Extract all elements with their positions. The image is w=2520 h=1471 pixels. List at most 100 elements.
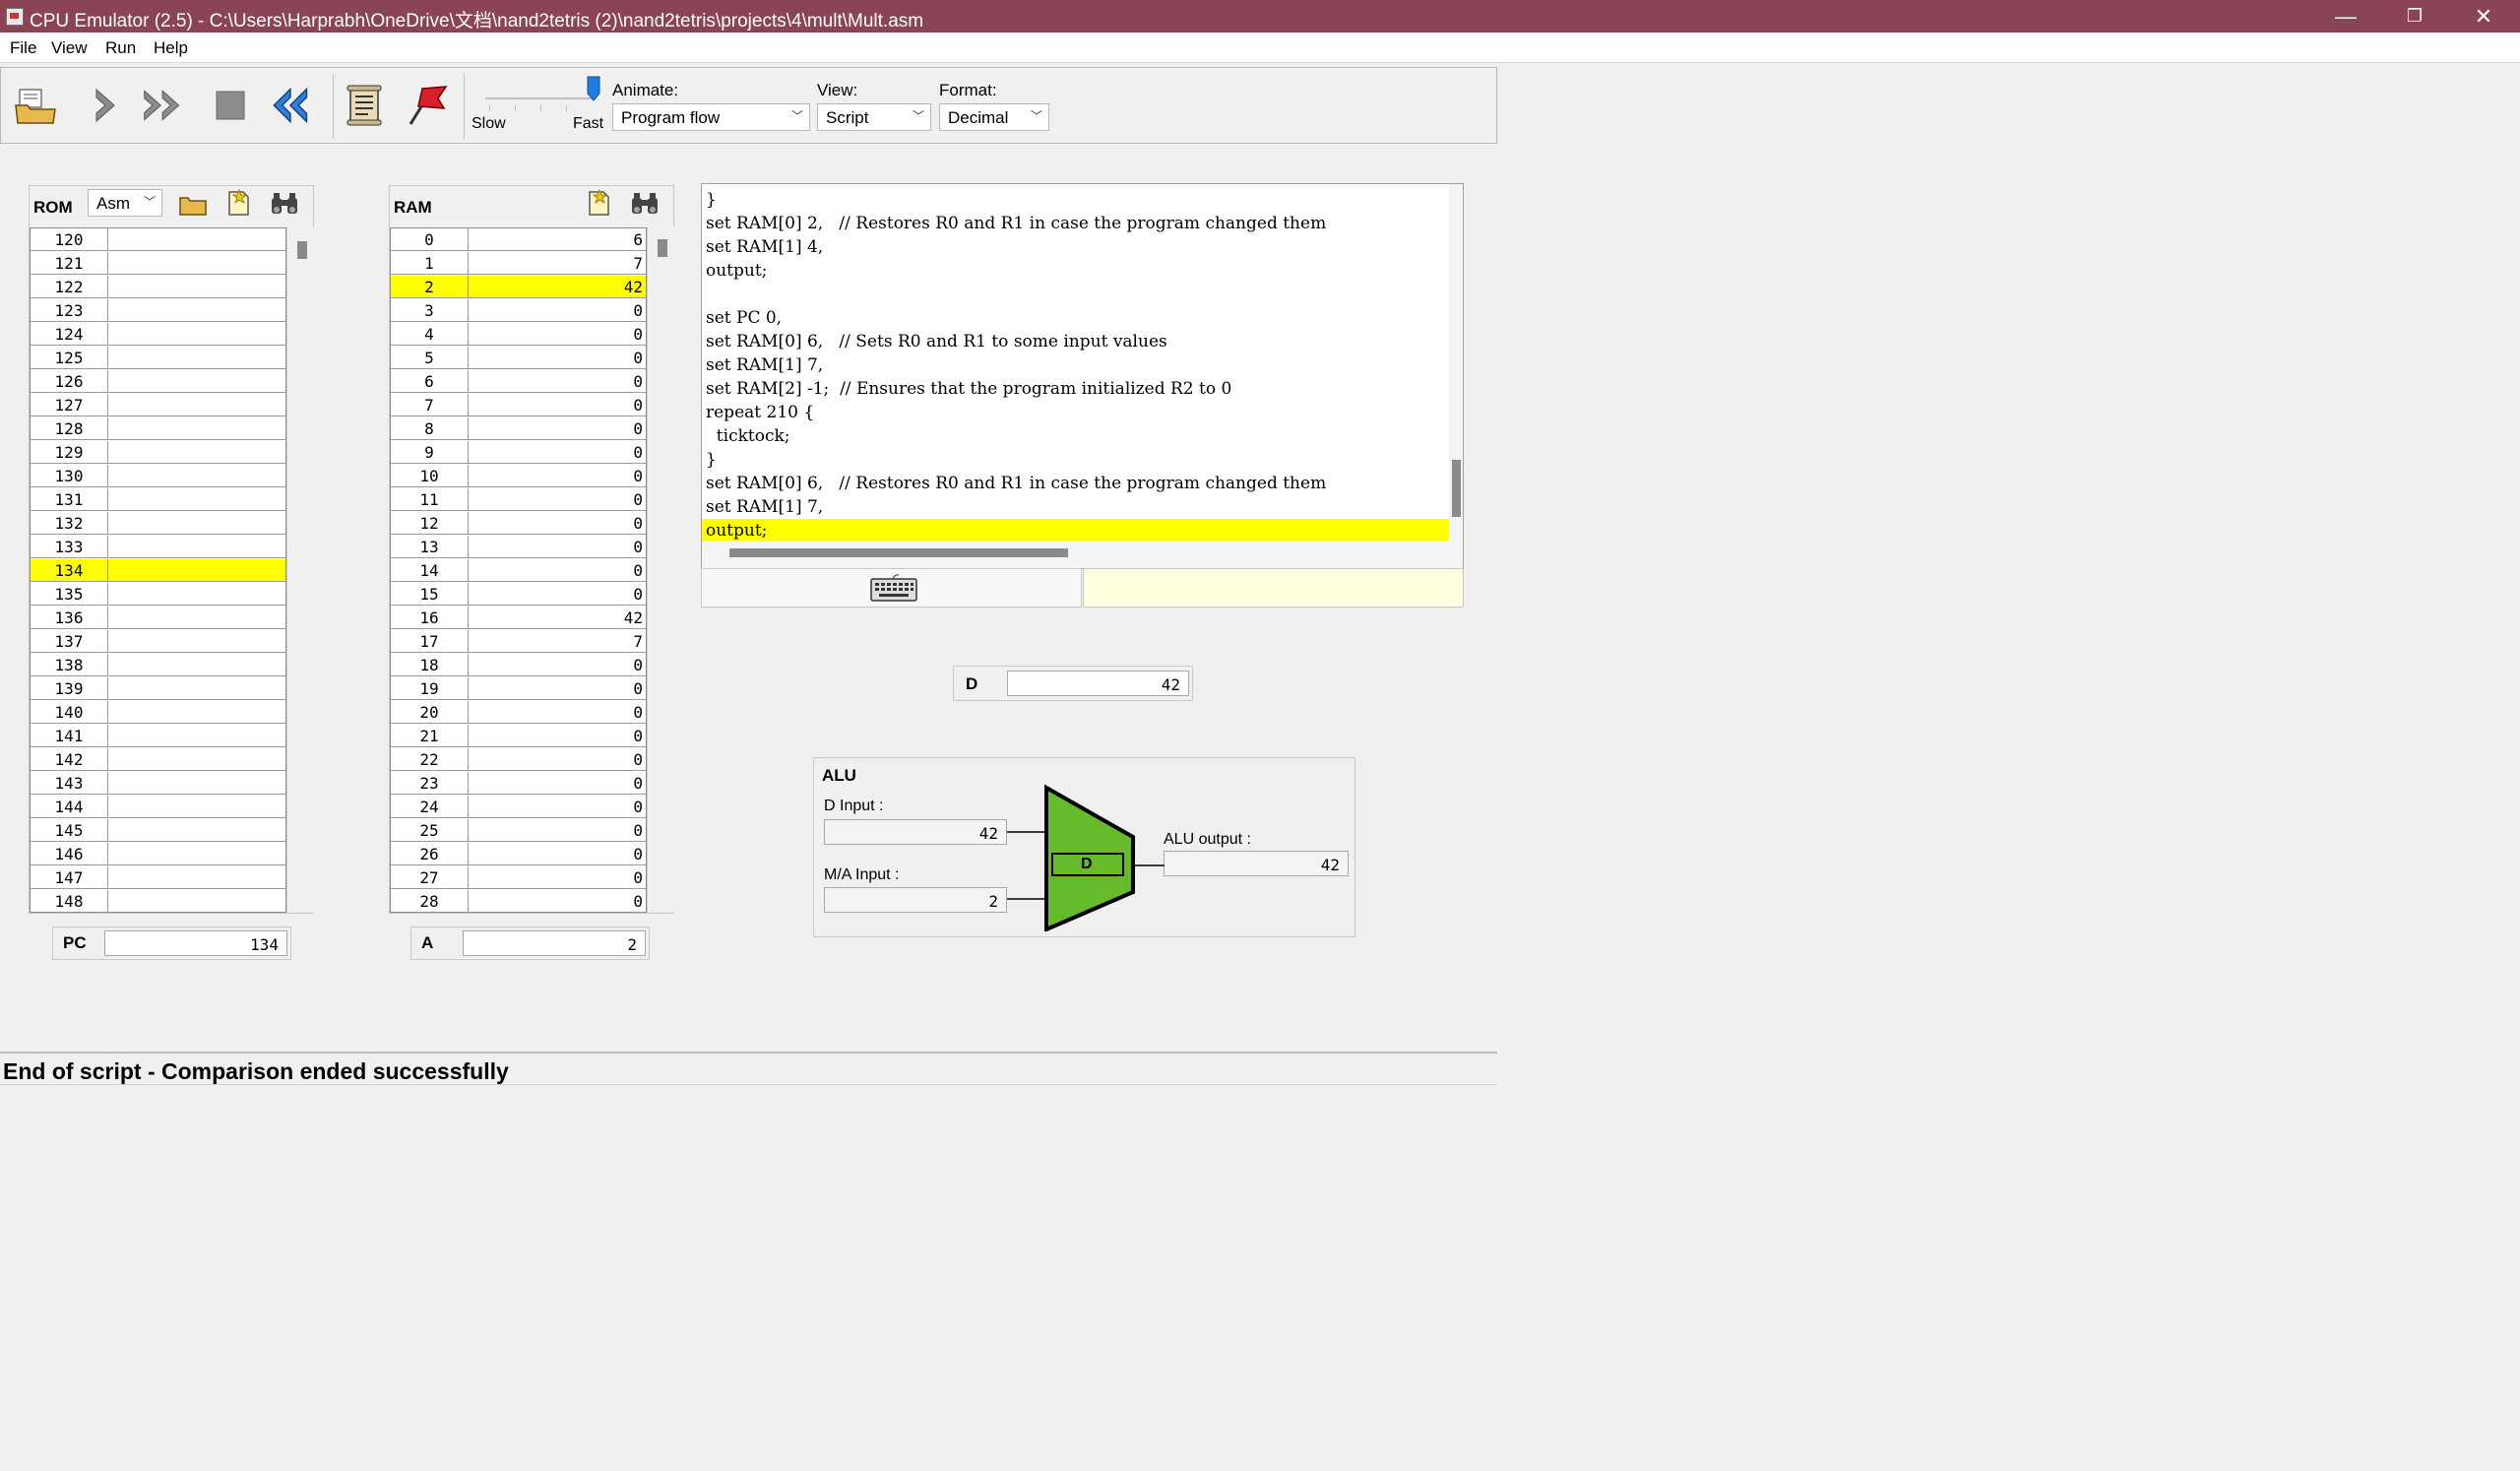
rom-row[interactable]: 133 — [31, 536, 285, 559]
ram-row[interactable]: 20 0 — [391, 701, 646, 725]
rom-value[interactable] — [108, 866, 285, 889]
ram-row[interactable]: 13 0 — [391, 536, 646, 559]
menu-file[interactable]: File — [10, 38, 36, 58]
close-button[interactable]: ✕ — [2449, 0, 2518, 32]
rom-value[interactable] — [108, 843, 285, 865]
load-program-button[interactable] — [13, 83, 58, 128]
ram-row[interactable]: 22 0 — [391, 748, 646, 772]
ram-value[interactable]: 0 — [469, 748, 646, 771]
rom-value[interactable] — [108, 559, 285, 582]
rom-value[interactable] — [108, 299, 285, 322]
slider-thumb[interactable] — [587, 76, 600, 101]
script-panel[interactable]: } set RAM[0] 2, // Restores R0 and R1 in … — [701, 183, 1464, 569]
ram-value[interactable]: 0 — [469, 890, 646, 912]
ram-value[interactable]: 0 — [469, 677, 646, 700]
script-vscroll-thumb[interactable] — [1452, 460, 1461, 517]
keyboard-panel[interactable] — [701, 568, 1082, 608]
rom-row[interactable]: 141 — [31, 725, 285, 748]
rom-row[interactable]: 144 — [31, 796, 285, 819]
rom-row[interactable]: 129 — [31, 441, 285, 465]
ram-row[interactable]: 23 0 — [391, 772, 646, 796]
rom-row[interactable]: 121 — [31, 252, 285, 276]
d-value-field[interactable]: 42 — [1007, 671, 1189, 696]
pc-value-field[interactable]: 134 — [104, 930, 287, 956]
ram-search-button[interactable] — [629, 190, 661, 218]
menu-view[interactable]: View — [51, 38, 88, 58]
breakpoints-button[interactable] — [403, 83, 448, 128]
stop-button[interactable] — [208, 83, 253, 128]
ram-value[interactable]: 42 — [469, 276, 646, 298]
ram-row[interactable]: 70 — [391, 394, 646, 417]
script-hscroll-thumb[interactable] — [729, 548, 1068, 557]
ram-value[interactable]: 0 — [469, 512, 646, 535]
ram-value[interactable]: 0 — [469, 394, 646, 416]
ram-value[interactable]: 0 — [469, 323, 646, 346]
ram-row[interactable]: 12 0 — [391, 512, 646, 536]
rom-row[interactable]: 145 — [31, 819, 285, 843]
rom-row[interactable]: 136 — [31, 607, 285, 630]
script-hscroll[interactable] — [702, 541, 1463, 568]
rom-scroll-thumb[interactable] — [297, 241, 307, 259]
ram-row[interactable]: 18 0 — [391, 654, 646, 677]
ram-row[interactable]: 50 — [391, 347, 646, 370]
ram-value[interactable]: 0 — [469, 819, 646, 842]
ram-row[interactable]: 17 — [391, 252, 646, 276]
ram-value[interactable]: 0 — [469, 796, 646, 818]
rom-value[interactable] — [108, 276, 285, 298]
restore-button[interactable]: ❐ — [2380, 0, 2449, 32]
ram-value[interactable]: 0 — [469, 370, 646, 393]
ram-row[interactable]: 60 — [391, 370, 646, 394]
reset-button[interactable] — [267, 83, 312, 128]
ram-row[interactable]: 26 0 — [391, 843, 646, 866]
rom-row[interactable]: 134 — [31, 559, 285, 583]
ram-row[interactable]: 19 0 — [391, 677, 646, 701]
ram-row[interactable]: 21 0 — [391, 725, 646, 748]
rom-value[interactable] — [108, 630, 285, 653]
rom-format-select[interactable]: Asm ﹀ — [88, 189, 162, 217]
ram-scrollbar[interactable] — [647, 227, 674, 913]
ram-row[interactable]: 15 0 — [391, 583, 646, 607]
rom-row[interactable]: 126 — [31, 370, 285, 394]
rom-value[interactable] — [108, 654, 285, 676]
ram-row[interactable]: 2 42 — [391, 276, 646, 299]
menu-help[interactable]: Help — [154, 38, 188, 58]
rom-row[interactable]: 122 — [31, 276, 285, 299]
ram-row[interactable]: 16 42 — [391, 607, 646, 630]
minimize-button[interactable]: — — [2311, 0, 2380, 32]
rom-row[interactable]: 124 — [31, 323, 285, 347]
rom-row[interactable]: 127 — [31, 394, 285, 417]
ram-value[interactable]: 0 — [469, 441, 646, 464]
rom-value[interactable] — [108, 441, 285, 464]
rom-value[interactable] — [108, 701, 285, 724]
rom-value[interactable] — [108, 536, 285, 558]
run-button[interactable] — [141, 83, 186, 128]
rom-row[interactable]: 130 — [31, 465, 285, 488]
ram-value[interactable]: 0 — [469, 536, 646, 558]
rom-row[interactable]: 148 — [31, 890, 285, 912]
rom-value[interactable] — [108, 677, 285, 700]
rom-value[interactable] — [108, 607, 285, 629]
menu-run[interactable]: Run — [105, 38, 136, 58]
view-select[interactable]: Script ﹀ — [817, 103, 931, 131]
rom-value[interactable] — [108, 394, 285, 416]
load-script-button[interactable] — [342, 83, 387, 128]
rom-value[interactable] — [108, 796, 285, 818]
rom-load-button[interactable] — [178, 190, 208, 218]
ram-value[interactable]: 0 — [469, 465, 646, 487]
ram-row[interactable]: 90 — [391, 441, 646, 465]
rom-value[interactable] — [108, 748, 285, 771]
rom-row[interactable]: 132 — [31, 512, 285, 536]
ram-row[interactable]: 40 — [391, 323, 646, 347]
single-step-button[interactable] — [84, 83, 129, 128]
ram-clear-button[interactable] — [586, 188, 611, 218]
a-value-field[interactable]: 2 — [463, 930, 646, 956]
rom-row[interactable]: 147 — [31, 866, 285, 890]
ram-value[interactable]: 0 — [469, 583, 646, 606]
rom-value[interactable] — [108, 228, 285, 251]
ram-value[interactable]: 0 — [469, 843, 646, 865]
rom-row[interactable]: 128 — [31, 417, 285, 441]
ram-row[interactable]: 28 0 — [391, 890, 646, 912]
ram-row[interactable]: 80 — [391, 417, 646, 441]
rom-row[interactable]: 139 — [31, 677, 285, 701]
animate-select[interactable]: Program flow ﹀ — [612, 103, 810, 131]
